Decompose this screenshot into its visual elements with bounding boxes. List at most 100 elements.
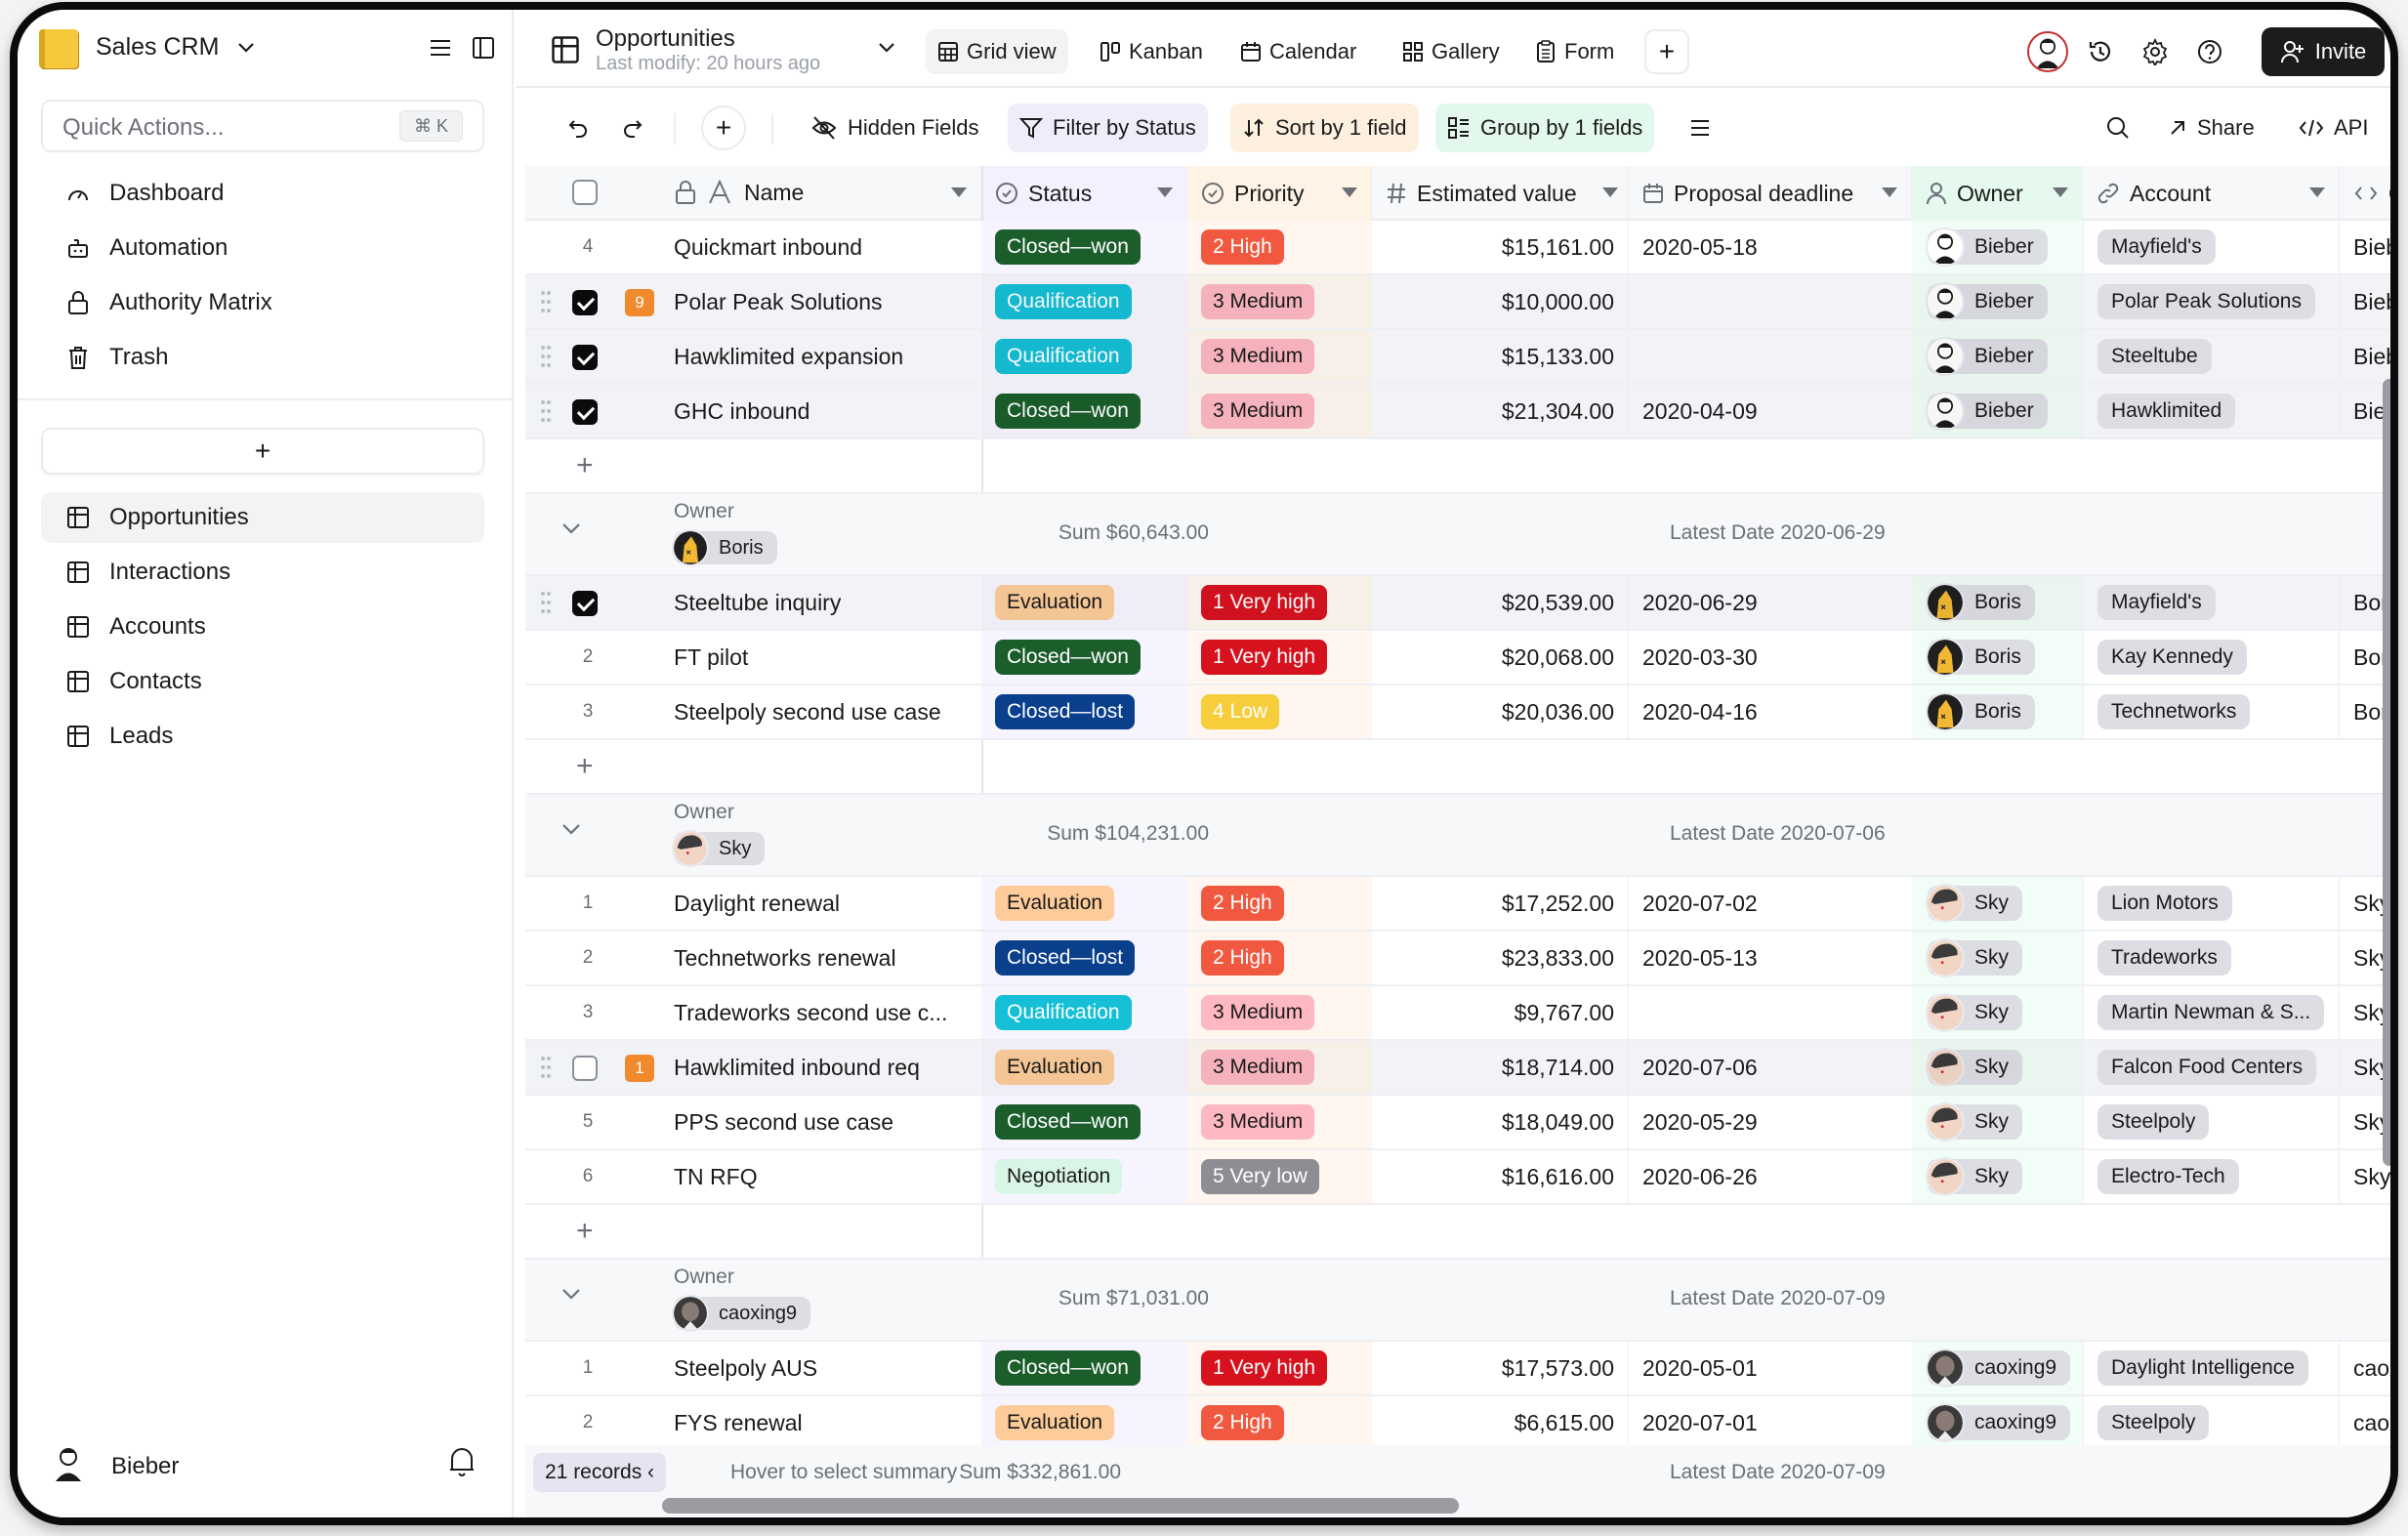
table-row[interactable]: 3 Steelpoly second use case Closed—lost 4 L… xyxy=(525,685,2390,740)
name-cell[interactable]: 5 PPS second use case xyxy=(525,1096,981,1148)
record-name[interactable]: Polar Peak Solutions xyxy=(674,275,957,328)
name-cell[interactable]: GHC inbound xyxy=(525,385,981,437)
bell-icon[interactable] xyxy=(447,1445,477,1483)
proposal-deadline-cell[interactable] xyxy=(1629,330,1912,383)
estimated-value-cell[interactable]: $6,615.00 xyxy=(1372,1396,1629,1445)
tab-calendar[interactable]: Calendar xyxy=(1228,29,1368,74)
account-cell[interactable]: Hawklimited xyxy=(2083,385,2340,437)
table-row[interactable]: Hawklimited expansion Qualification 3 Medi… xyxy=(525,330,2390,385)
account-link-pill[interactable]: Hawklimited xyxy=(2097,394,2236,429)
app-title[interactable]: Sales CRM xyxy=(96,33,219,62)
record-name[interactable]: TN RFQ xyxy=(674,1150,957,1203)
record-name[interactable]: Quickmart inbound xyxy=(674,221,957,273)
owner-cell[interactable]: Bieber xyxy=(1912,330,2083,383)
group-header[interactable]: Owner caoxing9 Sum $71,031.00 Latest Date 2… xyxy=(525,1260,2390,1342)
row-checkbox[interactable] xyxy=(572,399,598,425)
nav-trash[interactable]: Trash xyxy=(41,332,484,383)
column-header-account[interactable]: Account xyxy=(2083,166,2340,221)
status-cell[interactable]: Qualification xyxy=(981,330,1187,383)
estimated-value-cell[interactable]: $17,252.00 xyxy=(1372,877,1629,930)
proposal-deadline-cell[interactable]: 2020-06-29 xyxy=(1629,576,1912,629)
priority-cell[interactable]: 3 Medium xyxy=(1187,1041,1372,1094)
account-link-pill[interactable]: Steelpoly xyxy=(2097,1405,2210,1440)
priority-cell[interactable]: 1 Very high xyxy=(1187,631,1372,684)
add-sheet-button[interactable]: + xyxy=(41,428,484,475)
proposal-deadline-cell[interactable]: 2020-05-13 xyxy=(1629,932,1912,984)
proposal-deadline-cell[interactable]: 2020-06-26 xyxy=(1629,1150,1912,1203)
row-checkbox[interactable] xyxy=(572,591,598,616)
name-cell[interactable]: 3 Tradeworks second use c... xyxy=(525,986,981,1039)
select-all-checkbox[interactable] xyxy=(572,180,598,205)
estimated-value-cell[interactable]: $10,000.00 xyxy=(1372,275,1629,328)
estimated-value-cell[interactable]: $20,036.00 xyxy=(1372,685,1629,738)
nav-authority-matrix[interactable]: Authority Matrix xyxy=(41,277,484,328)
sheet-contacts[interactable]: Contacts xyxy=(41,656,484,707)
proposal-deadline-cell[interactable]: 2020-04-09 xyxy=(1629,385,1912,437)
proposal-deadline-cell[interactable]: 2020-05-29 xyxy=(1629,1096,1912,1148)
status-cell[interactable]: Evaluation xyxy=(981,1041,1187,1094)
account-link-pill[interactable]: Daylight Intelligence xyxy=(2097,1350,2308,1386)
record-name[interactable]: PPS second use case xyxy=(674,1096,957,1148)
table-row[interactable]: 3 Tradeworks second use c... Qualification… xyxy=(525,986,2390,1041)
account-link-pill[interactable]: Polar Peak Solutions xyxy=(2097,284,2315,319)
account-cell[interactable]: Electro-Tech xyxy=(2083,1150,2340,1203)
column-header-status[interactable]: Status xyxy=(981,166,1187,221)
owner-cell[interactable]: Bieber xyxy=(1912,275,2083,328)
chevron-down-icon[interactable] xyxy=(560,1287,582,1306)
more-menu-icon[interactable] xyxy=(1678,104,1723,152)
group-latest-date[interactable]: Latest Date 2020-06-29 xyxy=(1670,521,1886,545)
caret-down-icon[interactable] xyxy=(2309,187,2325,197)
priority-cell[interactable]: 2 High xyxy=(1187,877,1372,930)
proposal-deadline-cell[interactable]: 2020-05-18 xyxy=(1629,221,1912,273)
tab-grid-view[interactable]: Grid view xyxy=(926,29,1068,74)
owner-formula-cell[interactable]: caoxi xyxy=(2340,1396,2390,1445)
drag-handle-icon[interactable] xyxy=(541,1057,553,1080)
account-cell[interactable]: Polar Peak Solutions xyxy=(2083,275,2340,328)
account-link-pill[interactable]: Falcon Food Centers xyxy=(2097,1050,2317,1085)
name-cell[interactable]: 2 FT pilot xyxy=(525,631,981,684)
estimated-value-cell[interactable]: $20,068.00 xyxy=(1372,631,1629,684)
record-name[interactable]: Hawklimited expansion xyxy=(674,330,957,383)
plus-icon[interactable]: + xyxy=(576,1215,594,1248)
sheet-accounts[interactable]: Accounts xyxy=(41,602,484,652)
owner-cell[interactable]: Sky xyxy=(1912,877,2083,930)
owner-formula-cell[interactable]: caoxi xyxy=(2340,1342,2390,1394)
status-cell[interactable]: Evaluation xyxy=(981,877,1187,930)
name-cell[interactable]: 1 Steelpoly AUS xyxy=(525,1342,981,1394)
record-name[interactable]: Hawklimited inbound req xyxy=(674,1041,957,1094)
nav-automation[interactable]: Automation xyxy=(41,223,484,273)
account-cell[interactable]: Mayfield's xyxy=(2083,576,2340,629)
priority-cell[interactable]: 3 Medium xyxy=(1187,1096,1372,1148)
tab-form[interactable]: Form xyxy=(1523,29,1626,74)
name-cell[interactable]: 1 Hawklimited inbound req xyxy=(525,1041,981,1094)
priority-cell[interactable]: 3 Medium xyxy=(1187,330,1372,383)
owner-cell[interactable]: Boris xyxy=(1912,576,2083,629)
undo-icon[interactable] xyxy=(555,104,602,152)
tab-gallery[interactable]: Gallery xyxy=(1391,29,1512,74)
owner-cell[interactable]: Bieber xyxy=(1912,385,2083,437)
row-checkbox[interactable] xyxy=(572,290,598,315)
status-cell[interactable]: Closed—won xyxy=(981,221,1187,273)
vertical-scrollbar[interactable] xyxy=(2383,379,2390,1166)
group-latest-date[interactable]: Latest Date 2020-07-06 xyxy=(1670,822,1886,846)
column-header-name[interactable]: Name xyxy=(525,166,981,221)
estimated-value-cell[interactable]: $15,133.00 xyxy=(1372,330,1629,383)
table-row[interactable]: 1 Steelpoly AUS Closed—won 1 Very high $17,5… xyxy=(525,1342,2390,1396)
caret-down-icon[interactable] xyxy=(2053,187,2068,197)
proposal-deadline-cell[interactable]: 2020-07-06 xyxy=(1629,1041,1912,1094)
name-cell[interactable]: 9 Polar Peak Solutions xyxy=(525,275,981,328)
api-button[interactable]: API xyxy=(2287,104,2380,152)
table-row[interactable]: GHC inbound Closed—won 3 Medium $21,304.00 2… xyxy=(525,385,2390,439)
caret-down-icon[interactable] xyxy=(1157,187,1173,197)
record-name[interactable]: Steelpoly second use case xyxy=(674,685,957,738)
caret-down-icon[interactable] xyxy=(1602,187,1618,197)
column-header-owner[interactable]: Owner xyxy=(1912,166,2083,221)
owner-formula-cell[interactable]: Bieber xyxy=(2340,221,2390,273)
record-name[interactable]: FYS renewal xyxy=(674,1396,957,1445)
estimated-value-cell[interactable]: $23,833.00 xyxy=(1372,932,1629,984)
quick-actions-input[interactable]: Quick Actions... ⌘ K xyxy=(41,100,484,152)
name-cell[interactable]: 2 FYS renewal xyxy=(525,1396,981,1445)
column-header-proposal-deadline[interactable]: Proposal deadline xyxy=(1629,166,1912,221)
priority-cell[interactable]: 2 High xyxy=(1187,932,1372,984)
total-latest-date[interactable]: Latest Date 2020-07-09 xyxy=(1670,1461,1886,1484)
